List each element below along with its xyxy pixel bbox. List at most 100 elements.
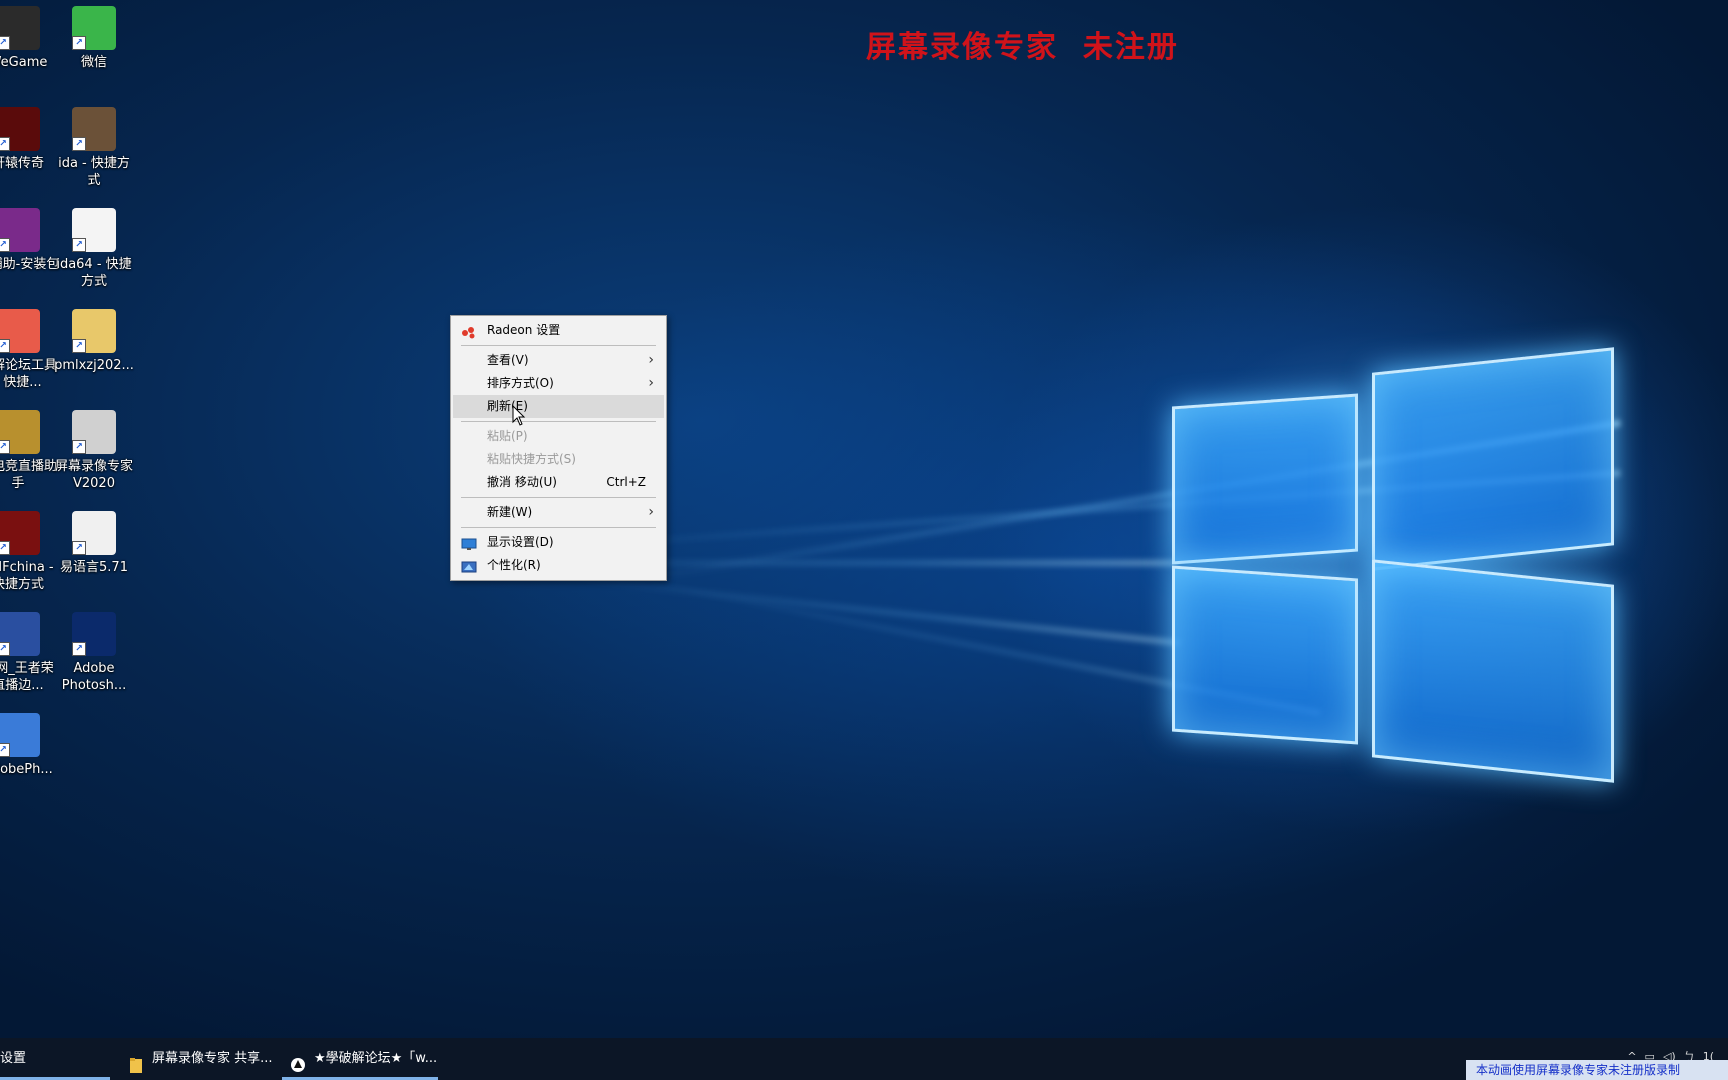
shortcut-arrow-icon: ↗ [72, 541, 86, 555]
logo-pane-top-right [1372, 347, 1614, 571]
desktop-icon-label: 微信 [80, 55, 107, 70]
menu-item[interactable]: 查看(V) › [453, 349, 664, 372]
menu-item-label: 查看(V) [487, 353, 529, 367]
recorder-watermark: 屏幕录像专家 未注册 [866, 30, 1179, 65]
chevron-right-icon: › [648, 504, 654, 520]
photoshop-icon: ↗ [72, 612, 116, 656]
desktop-icon-label: ida - 快捷方式 [58, 156, 130, 188]
chevron-right-icon: › [648, 375, 654, 391]
menu-item[interactable]: 撤消 移动(U) Ctrl+Z [453, 471, 664, 494]
menu-separator [461, 421, 656, 422]
menu-item-label: 排序方式(O) [487, 376, 554, 390]
menu-separator [461, 345, 656, 346]
desktop-icon-label: ida64 - 快捷方式 [56, 257, 132, 289]
shortcut-arrow-icon: ↗ [0, 36, 10, 50]
menu-item[interactable]: Radeon 设置 [453, 319, 664, 342]
menu-item-label: 粘贴快捷方式(S) [487, 452, 576, 466]
menu-item-shortcut: Ctrl+Z [606, 475, 646, 489]
browser-icon [290, 1050, 306, 1072]
esports-icon: ↗ [0, 410, 40, 454]
desktop-icon-label: pmlxzj202... [54, 358, 134, 373]
desktop-icon[interactable]: ↗ 屏幕录像专家V2020 [52, 410, 136, 492]
dnf-icon: ↗ [0, 511, 40, 555]
toolkit-icon: ↗ [0, 309, 40, 353]
game-icon: ↗ [0, 107, 40, 151]
menu-item: 粘贴快捷方式(S) [453, 448, 664, 471]
desktop-icon-label: 轩辕传奇 [0, 156, 44, 171]
shortcut-arrow-icon: ↗ [0, 440, 10, 454]
shortcut-arrow-icon: ↗ [0, 743, 10, 757]
desktop-icon[interactable]: ↗ 轩辕传奇 [0, 107, 60, 172]
menu-item[interactable]: 个性化(R) [453, 554, 664, 577]
desktop-icon-label: DNFchina - 快捷方式 [0, 560, 54, 592]
wechat-icon: ↗ [72, 6, 116, 50]
menu-item-label: Radeon 设置 [487, 323, 561, 337]
shortcut-arrow-icon: ↗ [72, 339, 86, 353]
menu-item: 粘贴(P) [453, 425, 664, 448]
mouse-cursor-icon [512, 405, 526, 426]
shortcut-arrow-icon: ↗ [72, 36, 86, 50]
menu-item[interactable]: 新建(W) › [453, 501, 664, 524]
menu-item-label: 撤消 移动(U) [487, 475, 557, 489]
desktop-icon-label: Adobe Photosh... [61, 661, 127, 693]
desktop-icon[interactable]: ↗ 微信 [52, 6, 136, 71]
shortcut-arrow-icon: ↗ [0, 541, 10, 555]
desktop-icon-label: 屏幕录像专家V2020 [54, 459, 133, 491]
desktop-icon[interactable]: ↗ AdobePh... [0, 713, 60, 778]
desktop-icon[interactable]: ↗ ida - 快捷方式 [52, 107, 136, 189]
shortcut-arrow-icon: ↗ [0, 339, 10, 353]
desktop-context-menu: Radeon 设置 查看(V) › 排序方式(O) › 刷新(E) 粘贴(P) 粘贴快捷方式(… [450, 315, 667, 581]
desktop-icon[interactable]: ↗ pmlxzj202... [52, 309, 136, 374]
logo-pane-top-left [1172, 393, 1358, 565]
desktop-icon[interactable]: ↗ WeGame [0, 6, 60, 71]
desktop-icon-label: 破解论坛工具 - 快捷... [0, 358, 57, 390]
desktop-icon[interactable]: ↗ 图网_王者荣直播边... [0, 612, 60, 694]
desktop-icon[interactable]: ↗ Adobe Photosh... [52, 612, 136, 694]
wegame-icon: ↗ [0, 6, 40, 50]
radeon-icon [461, 324, 477, 339]
shortcut-arrow-icon: ↗ [72, 238, 86, 252]
desktop-icon[interactable]: ↗ DNFchina - 快捷方式 [0, 511, 60, 593]
chevron-right-icon: › [648, 352, 654, 368]
desktop-icon-label: 易语言5.71 [60, 560, 128, 575]
menu-item[interactable]: 排序方式(O) › [453, 372, 664, 395]
desktop-icon[interactable]: ↗ 易语言5.71 [52, 511, 136, 576]
winrar-icon: ↗ [0, 208, 40, 252]
desktop-icon-label: WeGame [0, 55, 48, 70]
desktop[interactable]: 屏幕录像专家 未注册 ↗ WeGame ↗ 微信 ↗ 轩辕传奇 ↗ ida - 快捷方式 ↗ 电辅… [0, 0, 1728, 1038]
desktop-icon[interactable]: ↗ 破解论坛工具 - 快捷... [0, 309, 60, 391]
folder-icon [128, 1050, 144, 1073]
menu-item-label: 个性化(R) [487, 558, 541, 572]
shortcut-arrow-icon: ↗ [72, 440, 86, 454]
taskbar-item[interactable]: 设置 [0, 1038, 110, 1080]
taskbar-item-label: 屏幕录像专家 共享... [152, 1051, 273, 1066]
adobe-folder-icon: ↗ [0, 713, 40, 757]
taskbar-item-label: ★學破解论坛★「w... [314, 1051, 438, 1066]
menu-item[interactable]: 刷新(E) [453, 395, 664, 418]
menu-item-label: 新建(W) [487, 505, 533, 519]
shortcut-arrow-icon: ↗ [0, 238, 10, 252]
menu-separator [461, 527, 656, 528]
shortcut-arrow-icon: ↗ [0, 137, 10, 151]
logo-pane-bottom-left [1172, 565, 1358, 745]
desktop-icon-label: AdobePh... [0, 762, 53, 777]
folder-icon: ↗ [72, 309, 116, 353]
shortcut-arrow-icon: ↗ [72, 642, 86, 656]
eyuyan-icon: ↗ [72, 511, 116, 555]
menu-item[interactable]: 显示设置(D) [453, 531, 664, 554]
desktop-icon[interactable]: ↗ ida64 - 快捷方式 [52, 208, 136, 290]
taskbar-item[interactable]: ★學破解论坛★「w... [282, 1038, 438, 1080]
shortcut-arrow-icon: ↗ [0, 642, 10, 656]
shortcut-arrow-icon: ↗ [72, 137, 86, 151]
personalize-icon [461, 559, 477, 573]
desktop-icon[interactable]: ↗ 德电竞直播助手 [0, 410, 60, 492]
menu-separator [461, 497, 656, 498]
file-icon: ↗ [72, 208, 116, 252]
taskbar-item-label: 设置 [0, 1051, 27, 1066]
desktop-icon-label: 图网_王者荣直播边... [0, 661, 54, 693]
taskbar-item[interactable]: 屏幕录像专家 共享... [120, 1038, 278, 1080]
logo-pane-bottom-right [1372, 559, 1614, 783]
menu-item-label: 粘贴(P) [487, 429, 528, 443]
display-icon [461, 536, 477, 550]
desktop-icon[interactable]: ↗ 电辅助-安装包 [0, 208, 60, 273]
